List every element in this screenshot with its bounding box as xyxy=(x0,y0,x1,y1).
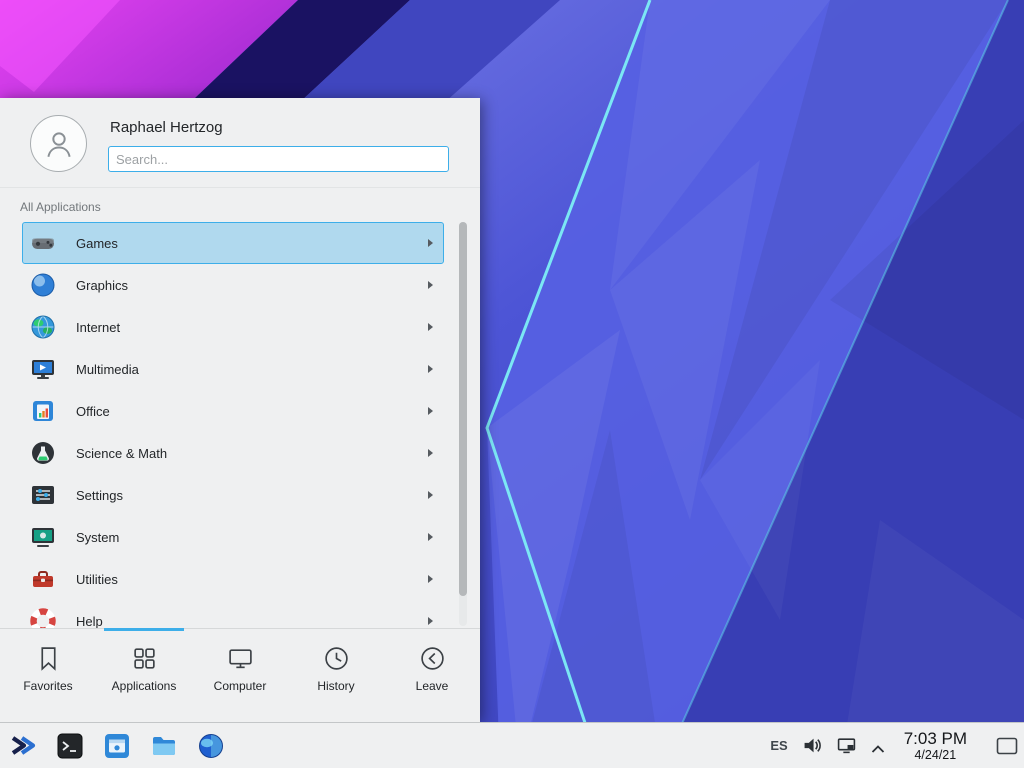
submenu-arrow-icon xyxy=(428,407,433,415)
system-icon xyxy=(30,524,56,550)
software-center-button[interactable] xyxy=(103,732,131,760)
folder-icon xyxy=(151,733,177,759)
expand-tray-caret-icon[interactable] xyxy=(871,741,885,750)
submenu-arrow-icon xyxy=(428,239,433,247)
scrollbar[interactable] xyxy=(459,222,467,626)
file-manager-button[interactable] xyxy=(150,732,178,760)
launcher-header: Raphael Hertzog xyxy=(0,98,480,188)
keyboard-layout-indicator[interactable]: ES xyxy=(770,738,787,753)
tab-label: Applications xyxy=(112,679,177,693)
desktop: Raphael Hertzog All Applications Games xyxy=(0,0,1024,768)
terminal-button[interactable] xyxy=(56,732,84,760)
category-settings[interactable]: Settings xyxy=(22,474,444,516)
category-label: Internet xyxy=(76,320,120,335)
category-label: Help xyxy=(76,614,103,629)
section-label: All Applications xyxy=(20,200,101,214)
category-label: Science & Math xyxy=(76,446,167,461)
show-desktop-button[interactable] xyxy=(990,723,1024,768)
software-center-icon xyxy=(104,733,130,759)
science-icon xyxy=(30,440,56,466)
category-system[interactable]: System xyxy=(22,516,444,558)
category-games[interactable]: Games xyxy=(22,222,444,264)
submenu-arrow-icon xyxy=(428,323,433,331)
tab-favorites[interactable]: Favorites xyxy=(0,629,96,722)
category-label: System xyxy=(76,530,119,545)
globe-browser-icon xyxy=(198,733,224,759)
display-network-icon[interactable] xyxy=(837,736,856,755)
computer-icon xyxy=(227,645,254,672)
submenu-arrow-icon xyxy=(428,617,433,625)
internet-icon xyxy=(30,314,56,340)
submenu-arrow-icon xyxy=(428,365,433,373)
user-avatar[interactable] xyxy=(30,115,87,172)
clock-date: 4/24/21 xyxy=(914,748,956,762)
submenu-arrow-icon xyxy=(428,491,433,499)
tab-history[interactable]: History xyxy=(288,629,384,722)
clock-time: 7:03 PM xyxy=(904,729,967,749)
taskbar: ES 7:03 PM xyxy=(0,722,1024,768)
category-label: Office xyxy=(76,404,110,419)
help-icon xyxy=(30,608,56,628)
person-icon xyxy=(42,127,76,161)
category-label: Settings xyxy=(76,488,123,503)
category-list: Games Graphics xyxy=(0,222,480,628)
settings-icon xyxy=(30,482,56,508)
launcher-tab-bar: Favorites Applications xyxy=(0,628,480,722)
tab-label: History xyxy=(317,679,354,693)
submenu-arrow-icon xyxy=(428,575,433,583)
kali-logo-icon xyxy=(10,732,37,759)
tab-label: Leave xyxy=(416,679,449,693)
tab-leave[interactable]: Leave xyxy=(384,629,480,722)
digital-clock[interactable]: 7:03 PM 4/24/21 xyxy=(904,729,967,763)
category-internet[interactable]: Internet xyxy=(22,306,444,348)
office-icon xyxy=(30,398,56,424)
multimedia-icon xyxy=(30,356,56,382)
category-utilities[interactable]: Utilities xyxy=(22,558,444,600)
category-help[interactable]: Help xyxy=(22,600,444,628)
category-graphics[interactable]: Graphics xyxy=(22,264,444,306)
user-name: Raphael Hertzog xyxy=(110,119,223,136)
submenu-arrow-icon xyxy=(428,281,433,289)
scrollbar-thumb[interactable] xyxy=(459,222,467,596)
tab-label: Computer xyxy=(214,679,267,693)
submenu-arrow-icon xyxy=(428,533,433,541)
kali-menu-launcher-button[interactable] xyxy=(9,732,37,760)
submenu-arrow-icon xyxy=(428,449,433,457)
terminal-icon xyxy=(57,733,83,759)
application-launcher-menu: Raphael Hertzog All Applications Games xyxy=(0,98,480,722)
web-browser-button[interactable] xyxy=(197,732,225,760)
leave-icon xyxy=(419,645,446,672)
utilities-icon xyxy=(30,566,56,592)
games-icon xyxy=(30,230,56,256)
category-multimedia[interactable]: Multimedia xyxy=(22,348,444,390)
system-tray: ES 7:03 PM xyxy=(770,723,1024,768)
category-label: Games xyxy=(76,236,118,251)
active-tab-indicator xyxy=(104,628,184,631)
category-office[interactable]: Office xyxy=(22,390,444,432)
graphics-icon xyxy=(30,272,56,298)
tab-computer[interactable]: Computer xyxy=(192,629,288,722)
category-label: Utilities xyxy=(76,572,118,587)
search-input[interactable] xyxy=(108,146,449,172)
category-label: Multimedia xyxy=(76,362,139,377)
tab-applications[interactable]: Applications xyxy=(96,629,192,722)
tab-label: Favorites xyxy=(23,679,72,693)
category-science-math[interactable]: Science & Math xyxy=(22,432,444,474)
applications-grid-icon xyxy=(131,645,158,672)
bookmark-icon xyxy=(35,645,62,672)
category-label: Graphics xyxy=(76,278,128,293)
show-desktop-icon xyxy=(996,737,1018,755)
volume-icon[interactable] xyxy=(803,736,822,755)
history-clock-icon xyxy=(323,645,350,672)
